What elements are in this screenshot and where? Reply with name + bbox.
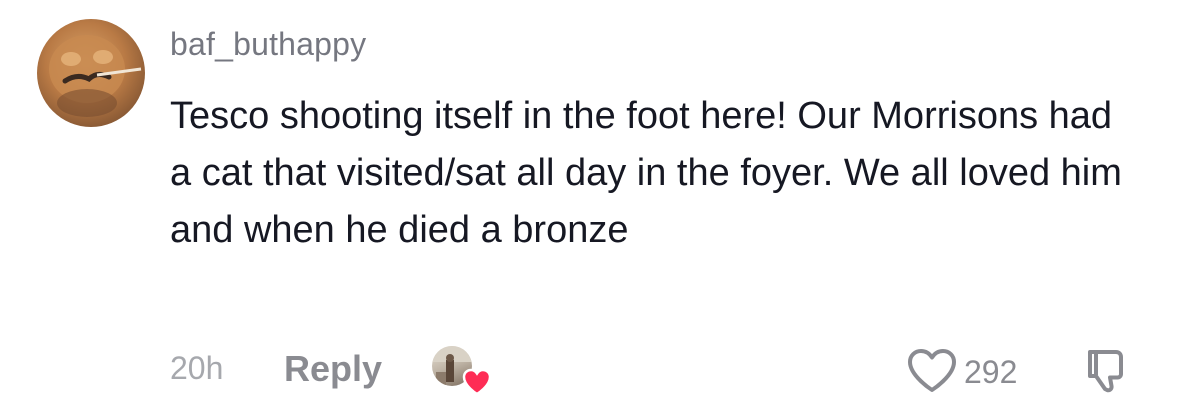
comment-actions: 20h Reply 292 bbox=[0, 340, 1179, 400]
like-count: 292 bbox=[964, 354, 1018, 390]
thumbs-down-outline-icon[interactable] bbox=[1084, 348, 1130, 394]
username[interactable]: baf_buthappy bbox=[170, 26, 366, 63]
timestamp: 20h bbox=[170, 350, 224, 386]
liked-by-creator-badge bbox=[432, 346, 492, 396]
comment-item: baf_buthappy Tesco shooting itself in th… bbox=[0, 0, 1179, 409]
cat-avatar-image bbox=[49, 35, 142, 117]
user-avatar[interactable] bbox=[37, 19, 145, 127]
heart-outline-icon[interactable] bbox=[906, 348, 958, 394]
comment-text: Tesco shooting itself in the foot here! … bbox=[170, 95, 1122, 251]
reply-button[interactable]: Reply bbox=[284, 348, 382, 390]
heart-badge-icon bbox=[462, 368, 492, 396]
